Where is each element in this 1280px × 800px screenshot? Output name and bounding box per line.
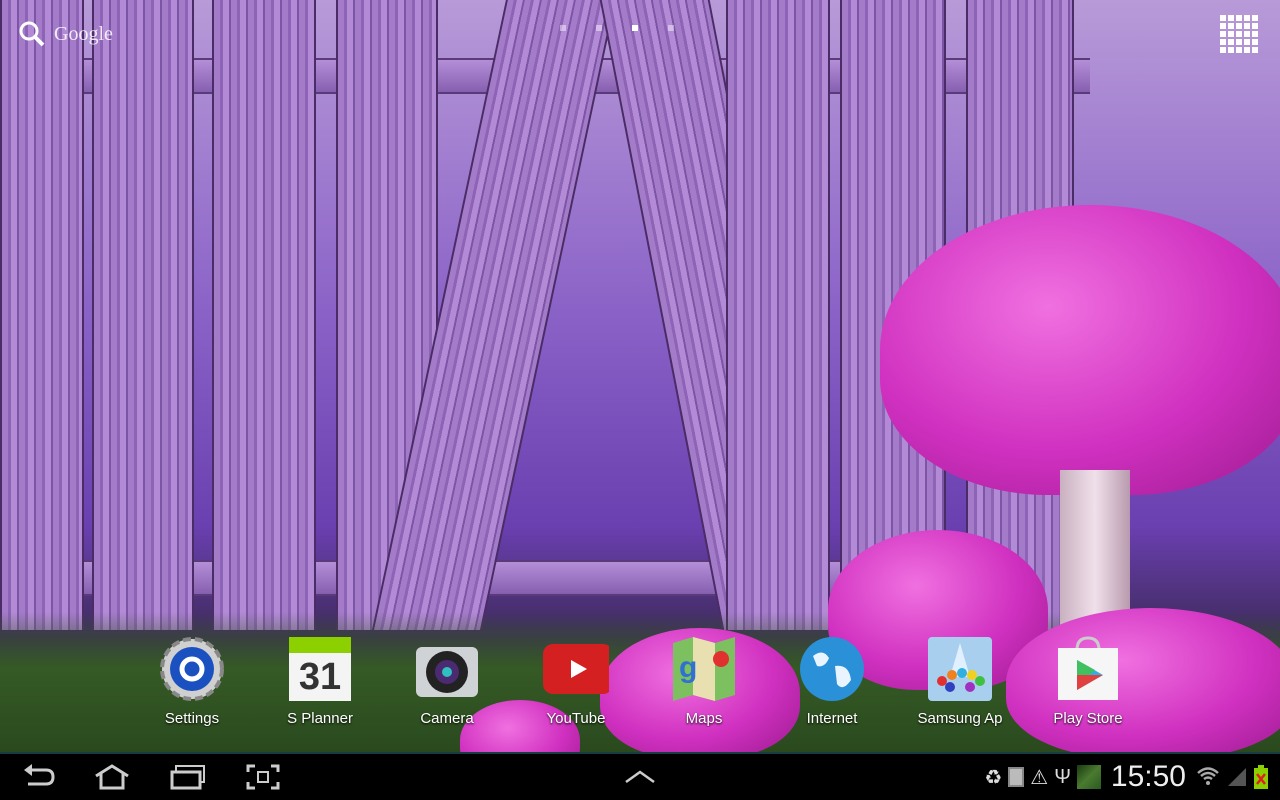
app-youtube[interactable]: YouTube (521, 636, 631, 727)
signal-icon (1228, 768, 1246, 786)
svg-text:g: g (679, 651, 697, 684)
search-label: Google (54, 22, 113, 45)
fence-plank (726, 0, 830, 630)
app-samsung-apps[interactable]: Samsung Ap (905, 636, 1015, 727)
samsung-apps-icon (927, 636, 993, 702)
sd-card-icon (1008, 767, 1025, 787)
home-button[interactable] (92, 764, 132, 790)
app-play-store[interactable]: Play Store (1033, 636, 1143, 727)
back-button[interactable] (22, 764, 56, 790)
youtube-icon (543, 636, 609, 702)
usb-icon: Ψ (1054, 765, 1071, 788)
fence-plank (212, 0, 316, 630)
warning-icon: ⚠ (1030, 766, 1049, 789)
recent-apps-button[interactable] (170, 764, 206, 790)
apps-button[interactable] (1220, 15, 1258, 53)
app-settings[interactable]: Settings (137, 636, 247, 727)
image-notification-icon (1076, 765, 1101, 789)
google-search-bar[interactable]: Google (18, 20, 113, 48)
battery-icon (1254, 765, 1268, 789)
maps-icon: g (671, 636, 737, 702)
search-icon (19, 21, 45, 47)
page-indicator (560, 25, 674, 31)
camera-icon (414, 636, 480, 702)
navigation-bar: ♻ ⚠ Ψ 15:50 (0, 752, 1280, 800)
mushroom (880, 205, 1280, 495)
wifi-icon (1197, 767, 1219, 785)
app-internet[interactable]: Internet (777, 636, 887, 727)
play-store-icon (1055, 636, 1121, 702)
app-maps[interactable]: g Maps (649, 636, 759, 727)
recycle-icon: ♻ (984, 766, 1003, 789)
screenshot-button[interactable] (246, 764, 280, 790)
fence-plank (0, 0, 84, 630)
calendar-icon: 31 (287, 636, 353, 702)
globe-icon (799, 636, 865, 702)
settings-icon (159, 636, 225, 702)
status-area[interactable]: ♻ ⚠ Ψ 15:50 (984, 760, 1268, 794)
app-camera[interactable]: Camera (392, 636, 502, 727)
fence-plank (92, 0, 194, 630)
app-dock: Settings 31 S Planner Camera YouTube g M… (0, 636, 1280, 736)
chevron-up-icon[interactable] (624, 770, 656, 784)
app-s-planner[interactable]: 31 S Planner (265, 636, 375, 727)
clock: 15:50 (1110, 760, 1186, 793)
